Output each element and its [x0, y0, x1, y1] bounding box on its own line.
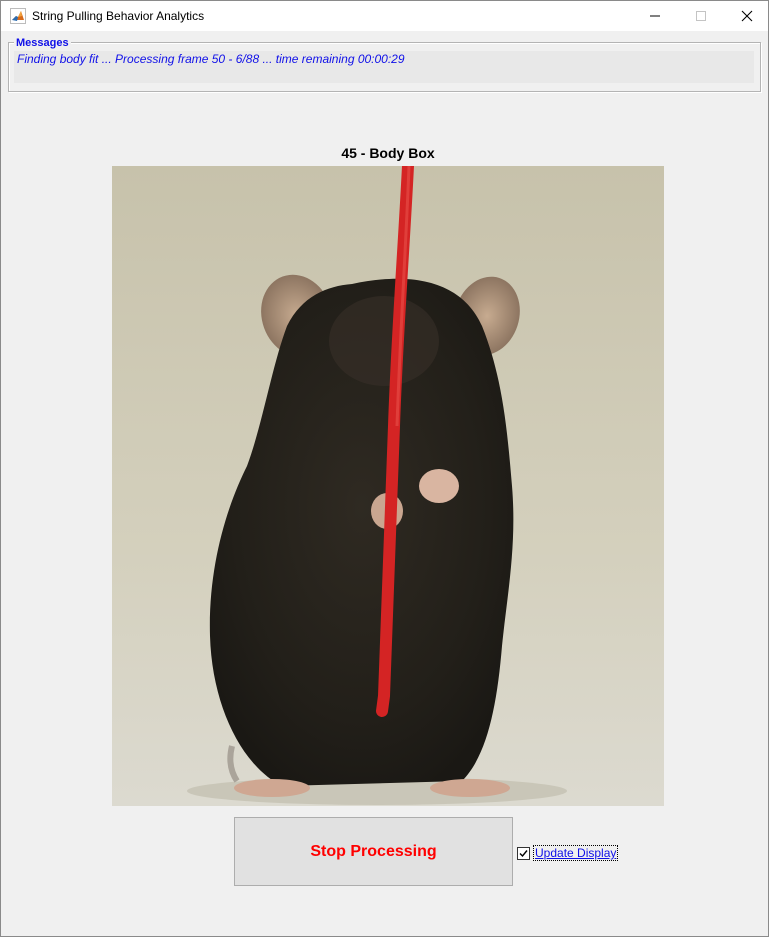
minimize-icon — [650, 15, 660, 17]
app-window: String Pulling Behavior Analytics Messag… — [0, 0, 769, 937]
stop-processing-button[interactable]: Stop Processing — [234, 817, 513, 886]
maximize-icon — [696, 11, 706, 21]
messages-box: Finding body fit ... Processing frame 50… — [14, 51, 754, 83]
maximize-button[interactable] — [678, 1, 724, 31]
close-icon — [741, 10, 753, 22]
window-title: String Pulling Behavior Analytics — [32, 9, 205, 23]
update-display-label[interactable]: Update Display — [532, 845, 619, 861]
frame-image — [112, 166, 664, 806]
matlab-icon — [10, 8, 26, 24]
checkbox-checked-icon[interactable] — [517, 846, 530, 860]
title-bar[interactable]: String Pulling Behavior Analytics — [1, 1, 768, 31]
status-message: Finding body fit ... Processing frame 50… — [17, 52, 405, 66]
axes-title: 45 - Body Box — [341, 145, 435, 161]
close-button[interactable] — [724, 1, 768, 31]
messages-panel: Messages Finding body fit ... Processing… — [8, 37, 761, 92]
mouse-photo — [112, 166, 664, 806]
minimize-button[interactable] — [632, 1, 678, 31]
update-display-checkbox[interactable]: Update Display — [517, 845, 619, 861]
messages-legend: Messages — [14, 37, 71, 49]
